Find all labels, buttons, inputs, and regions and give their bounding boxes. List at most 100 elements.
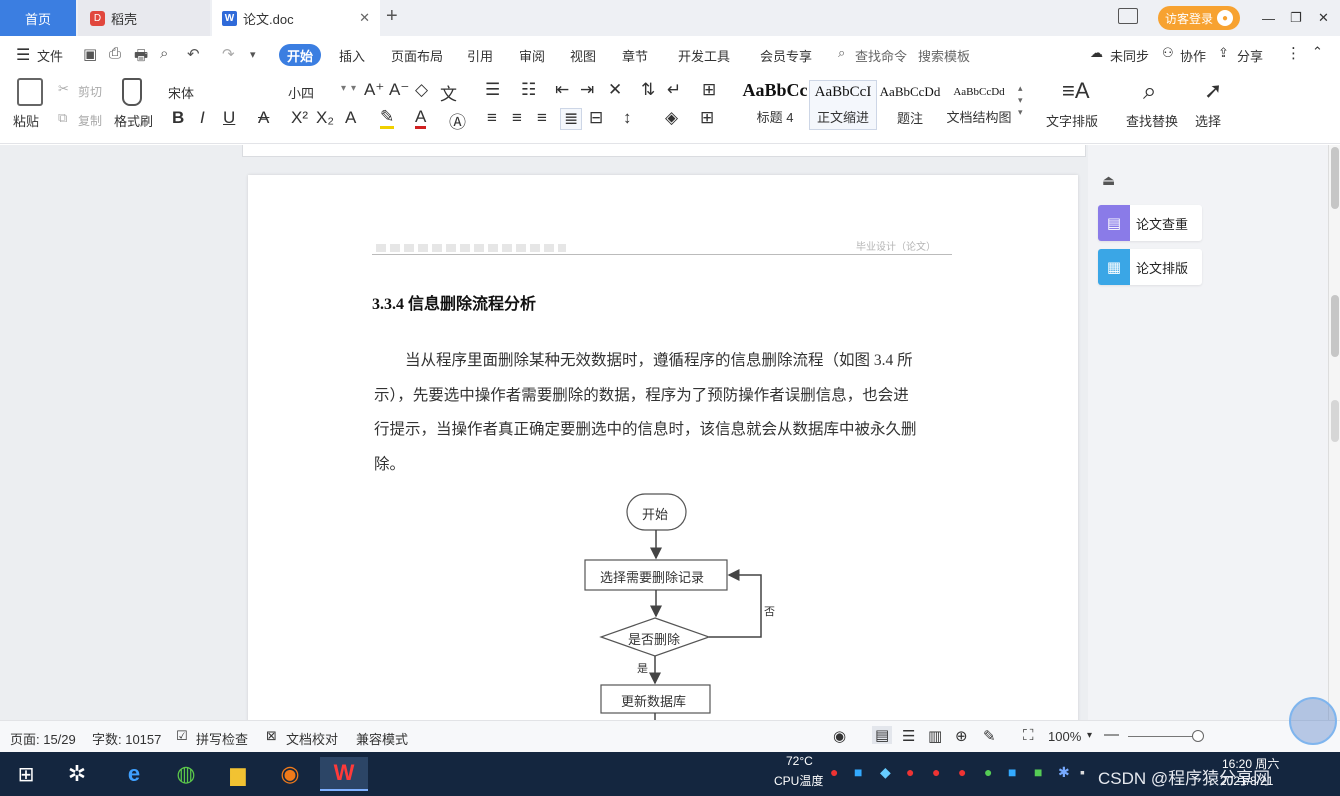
tab-docer[interactable]: D 稻壳 bbox=[78, 0, 210, 36]
clear-format-icon[interactable]: ◇ bbox=[415, 80, 428, 100]
text-layout-button[interactable]: 文字排版 bbox=[1046, 111, 1098, 130]
borders-icon[interactable]: ⊞ bbox=[700, 108, 714, 128]
save-icon[interactable]: ▣ bbox=[83, 45, 97, 63]
strikethrough-icon[interactable]: A bbox=[258, 108, 269, 128]
tab-document[interactable]: W 论文.doc ✕ bbox=[212, 0, 380, 36]
section-heading[interactable]: 3.3.4 信息删除流程分析 bbox=[372, 290, 536, 314]
find-replace-button[interactable]: 查找替换 bbox=[1126, 111, 1178, 130]
tab-home[interactable]: 首页 bbox=[0, 0, 76, 36]
numbered-list-icon[interactable]: ☷ bbox=[521, 80, 536, 100]
windows-start-icon[interactable]: ⊞ bbox=[5, 757, 47, 791]
tray-icon-5[interactable]: ● bbox=[932, 764, 940, 780]
fit-page-icon[interactable]: ⛶ bbox=[1023, 727, 1034, 744]
close-window-button[interactable]: ✕ bbox=[1318, 0, 1329, 36]
tray-icon-1[interactable]: ● bbox=[830, 764, 838, 780]
menu-references[interactable]: 引用 bbox=[467, 46, 493, 65]
restore-button[interactable]: ❐ bbox=[1290, 0, 1302, 36]
tray-icon-6[interactable]: ● bbox=[958, 764, 966, 780]
highlight-icon[interactable]: ✎ bbox=[380, 108, 395, 129]
zoom-dropdown-icon[interactable]: ▾ bbox=[1087, 730, 1092, 741]
proofread-button[interactable]: 文档校对 bbox=[286, 729, 338, 748]
menu-start[interactable]: 开始 bbox=[279, 44, 321, 66]
cut-button[interactable]: 剪切 bbox=[78, 83, 102, 100]
paper-check-button[interactable]: ▤ 论文查重 bbox=[1098, 205, 1202, 241]
outline-view-icon[interactable]: ☰ bbox=[902, 727, 915, 745]
style-body-indent[interactable]: AaBbCcI 正文缩进 bbox=[809, 80, 877, 130]
format-painter-button[interactable]: 格式刷 bbox=[114, 111, 153, 130]
scroll-thumb-secondary[interactable] bbox=[1331, 295, 1339, 357]
pinwheel-app-icon[interactable]: ✲ bbox=[56, 757, 98, 791]
select-button[interactable]: 选择 bbox=[1195, 111, 1221, 130]
zoom-slider-track[interactable] bbox=[1128, 736, 1200, 737]
tray-icon-9[interactable]: ■ bbox=[1034, 764, 1042, 780]
customize-toolbar-icon[interactable]: ▾ bbox=[250, 48, 256, 61]
output-pdf-icon[interactable]: ⎙ bbox=[109, 45, 121, 62]
align-right-icon[interactable]: ≡ bbox=[537, 108, 547, 128]
increase-indent-icon[interactable]: ⇥ bbox=[580, 80, 594, 100]
page-count[interactable]: 页面: 15/29 bbox=[10, 729, 76, 748]
paragraph-mark-icon[interactable]: ↵ bbox=[667, 80, 681, 100]
align-center-icon[interactable]: ≡ bbox=[512, 108, 522, 128]
file-explorer-icon[interactable]: ▆ bbox=[217, 757, 259, 791]
bold-icon[interactable]: B bbox=[172, 108, 184, 128]
login-button[interactable]: 访客登录 ● bbox=[1158, 6, 1240, 30]
style-heading4[interactable]: AaBbCc 标题 4 bbox=[742, 80, 808, 130]
menu-page-layout[interactable]: 页面布局 bbox=[391, 46, 443, 65]
bluetooth-icon[interactable]: ✱ bbox=[1058, 764, 1070, 781]
copy-button[interactable]: 复制 bbox=[78, 112, 102, 129]
justify-icon[interactable]: ≣ bbox=[560, 108, 583, 130]
zoom-out-icon[interactable]: — bbox=[1104, 726, 1119, 743]
tab-close-icon[interactable]: ✕ bbox=[359, 10, 370, 26]
menu-chapter[interactable]: 章节 bbox=[622, 46, 648, 65]
bullet-list-icon[interactable]: ☰ bbox=[485, 80, 500, 100]
tray-icon-8[interactable]: ■ bbox=[1008, 764, 1016, 780]
char-border-icon[interactable]: Ⓐ bbox=[449, 108, 466, 133]
tab-ruler-icon[interactable]: ⊞ bbox=[702, 80, 716, 100]
minimize-button[interactable]: — bbox=[1262, 0, 1275, 36]
undo-icon[interactable]: ↶ bbox=[187, 45, 200, 63]
green-browser-icon[interactable]: ◍ bbox=[165, 757, 207, 791]
menu-member[interactable]: 会员专享 bbox=[760, 46, 812, 65]
distribute-icon[interactable]: ⊟ bbox=[589, 108, 603, 128]
redo-icon[interactable]: ↷ bbox=[222, 45, 235, 63]
font-size-select[interactable]: 小四 ▾ bbox=[288, 83, 356, 102]
style-doc-map[interactable]: AaBbCcDd 文档结构图 bbox=[944, 80, 1014, 130]
write-mode-icon[interactable]: ✎ bbox=[983, 727, 996, 745]
shrink-font-icon[interactable]: A⁻ bbox=[389, 80, 409, 100]
zoom-level[interactable]: 100% bbox=[1048, 729, 1081, 744]
align-left-icon[interactable]: ≡ bbox=[487, 108, 497, 128]
menu-view[interactable]: 视图 bbox=[570, 46, 596, 65]
shield-icon[interactable]: ◆ bbox=[880, 764, 891, 781]
menu-insert[interactable]: 插入 bbox=[339, 46, 365, 65]
body-paragraph[interactable]: 当从程序里面删除某种无效数据时，遵循程序的信息删除流程（如图 3.4 所 示），… bbox=[374, 344, 954, 482]
style-caption[interactable]: AaBbCcDd 题注 bbox=[877, 80, 943, 130]
italic-icon[interactable]: I bbox=[200, 108, 205, 128]
menu-file[interactable]: 文件 bbox=[37, 46, 63, 65]
text-effect-icon[interactable]: A bbox=[345, 108, 356, 128]
style-gallery-scroll-icon[interactable]: ▴ ▾ ▾ bbox=[1018, 82, 1023, 118]
search-command-field[interactable]: 查找命令 bbox=[855, 46, 907, 65]
share-button[interactable]: 分享 bbox=[1237, 46, 1263, 65]
more-options-icon[interactable]: ⋮ bbox=[1286, 44, 1301, 62]
print-preview-icon[interactable]: ⌕ bbox=[160, 45, 168, 62]
subscript-icon[interactable]: X₂ bbox=[316, 108, 334, 128]
vertical-scrollbar[interactable] bbox=[1328, 145, 1340, 720]
search-template-field[interactable]: 搜索模板 bbox=[918, 46, 970, 65]
paste-icon[interactable] bbox=[17, 78, 43, 106]
paper-layout-button[interactable]: ▦ 论文排版 bbox=[1098, 249, 1202, 285]
web-view-icon[interactable]: ⊕ bbox=[955, 727, 968, 745]
word-count[interactable]: 字数: 10157 bbox=[92, 729, 161, 748]
shading-icon[interactable]: ◈ bbox=[665, 108, 678, 128]
tray-icon-7[interactable]: ● bbox=[984, 764, 992, 780]
phonetic-guide-icon[interactable]: 文 bbox=[440, 80, 457, 105]
read-view-icon[interactable]: ▥ bbox=[928, 727, 942, 745]
eye-protect-icon[interactable]: ◉ bbox=[833, 727, 846, 745]
underline-icon[interactable]: U bbox=[223, 108, 235, 128]
scroll-thumb[interactable] bbox=[1331, 147, 1339, 209]
collaborate-button[interactable]: 协作 bbox=[1180, 46, 1206, 65]
sort-icon[interactable]: ⇅ bbox=[641, 80, 655, 100]
print-icon[interactable]: 🖶 bbox=[134, 45, 148, 70]
collapse-panel-icon[interactable]: ⏏ bbox=[1102, 172, 1115, 189]
font-color-icon[interactable]: A bbox=[415, 108, 427, 129]
hamburger-menu-icon[interactable]: ☰ bbox=[16, 45, 30, 65]
